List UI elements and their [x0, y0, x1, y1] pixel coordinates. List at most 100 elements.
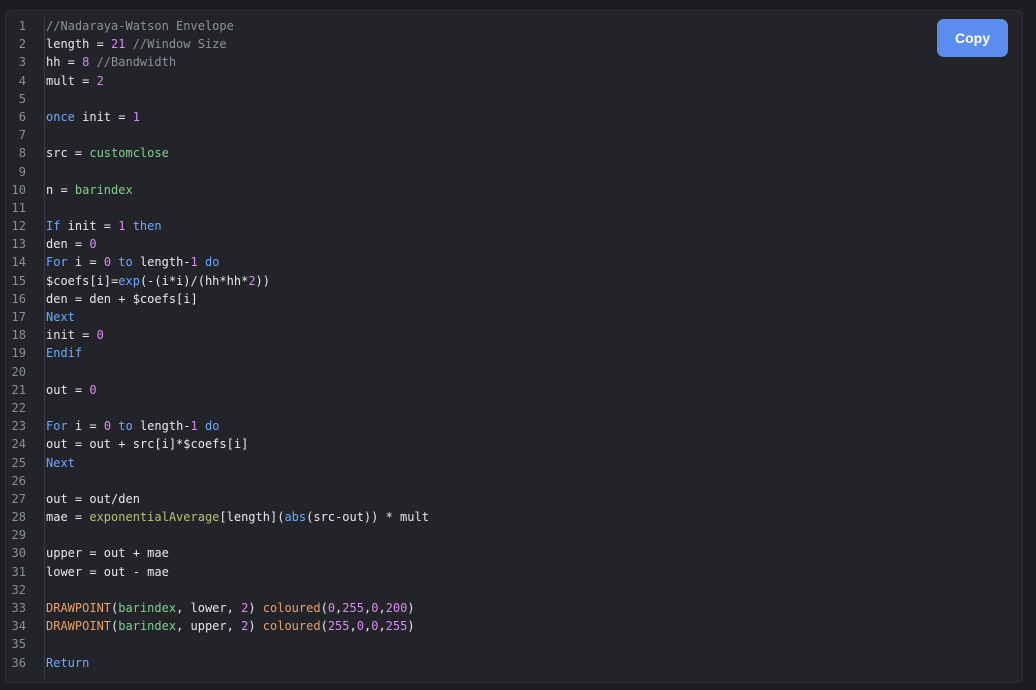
code-line: 7 — [6, 126, 429, 144]
code-line: 24 out = out + src[i]*$coefs[i] — [6, 435, 429, 453]
code-number: 0 — [103, 419, 112, 434]
code-line: 17 Next — [6, 308, 429, 326]
code-line: 15 $coefs[i]=exp(-(i*i)/(hh*hh*2)) — [6, 272, 429, 290]
code-number: 0 — [327, 601, 336, 615]
copy-button[interactable]: Copy — [937, 19, 1008, 57]
code-text: i = — [67, 419, 104, 434]
code-comment: //Nadaraya-Watson Envelope — [46, 19, 234, 33]
code-text: )) — [255, 273, 270, 288]
code-number: 0 — [103, 255, 112, 270]
code-number: 0 — [96, 328, 104, 343]
line-number: 29 — [11, 528, 26, 543]
code-line: 12 If init = 1 then — [6, 217, 429, 235]
line-number: 13 — [11, 237, 26, 252]
code-text: [length]( — [219, 510, 285, 525]
code-text: (-(i*i)/(hh*hh* — [139, 273, 249, 288]
code-text: , — [378, 601, 386, 615]
code-text: , — [349, 619, 357, 634]
code-line: 8 src = customclose — [6, 144, 429, 162]
code-line: 3 hh = 8 //Bandwidth — [6, 53, 429, 71]
line-number: 35 — [11, 637, 26, 652]
line-number: 36 — [11, 655, 26, 670]
code-text: den = — [46, 237, 90, 252]
code-text: mult = — [46, 73, 97, 88]
code-text: , upper, — [176, 619, 242, 634]
code-text: init = — [46, 328, 97, 343]
code-keyword: to — [111, 419, 133, 434]
code-keyword: do — [197, 419, 220, 434]
code-line: 20 — [6, 363, 429, 381]
code-text: out = out + src[i]*$coefs[i] — [46, 437, 249, 452]
code-text: out = out/den — [46, 491, 140, 506]
code-line: 16 den = den + $coefs[i] — [6, 290, 429, 308]
line-number: 4 — [18, 73, 26, 88]
line-number: 8 — [18, 146, 26, 161]
code-line: 13 den = 0 — [6, 235, 429, 253]
code-text: lower = out - mae — [46, 564, 169, 579]
line-number: 30 — [11, 546, 26, 561]
code-text: , lower, — [176, 601, 242, 615]
line-number: 12 — [11, 219, 26, 234]
line-number: 33 — [11, 601, 26, 615]
code-line: 10 n = barindex — [6, 181, 429, 199]
code-text: ( — [320, 619, 328, 634]
line-number: 9 — [18, 164, 26, 179]
code-line: 2 length = 21 //Window Size — [6, 35, 429, 53]
code-line: 6 once init = 1 — [6, 108, 429, 126]
code-keyword: Return — [46, 655, 90, 670]
code-keyword: do — [197, 255, 220, 270]
code-text: mae = — [46, 510, 90, 525]
line-number: 7 — [18, 128, 26, 143]
line-number: 18 — [11, 328, 26, 343]
line-number: 16 — [11, 291, 26, 306]
code-line: 18 init = 0 — [6, 326, 429, 344]
code-line: 14 For i = 0 to length-1 do — [6, 253, 429, 271]
code-line: 21 out = 0 — [6, 381, 429, 399]
code-function: DRAWPOINT — [46, 601, 112, 615]
code-keyword: then — [125, 219, 162, 234]
code-text: length- — [132, 419, 191, 434]
code-number: 1 — [132, 109, 140, 124]
code-text: , — [378, 619, 386, 634]
code-function: coloured — [262, 601, 321, 615]
line-number: 10 — [11, 182, 26, 197]
code-number: 255 — [327, 619, 350, 634]
code-number: 21 — [111, 37, 126, 52]
code-text: length- — [132, 255, 191, 270]
code-line: 29 — [6, 526, 429, 544]
line-number: 17 — [11, 310, 26, 324]
code-text: hh = — [46, 55, 83, 70]
code-line: 34 DRAWPOINT(barindex, upper, 2) coloured… — [6, 617, 429, 635]
line-number: 21 — [11, 382, 26, 397]
line-number: 2 — [18, 37, 26, 52]
code-text: n = — [46, 182, 75, 197]
code-comment: //Window Size — [125, 37, 227, 52]
code-line: 33 DRAWPOINT(barindex, lower, 2) coloured… — [6, 599, 429, 617]
code-line: 9 — [6, 163, 429, 181]
code-builtin: barindex — [118, 601, 177, 615]
code-keyword: Next — [46, 310, 75, 324]
code-line: 30 upper = out + mae — [6, 544, 429, 562]
code-line: 5 — [6, 90, 429, 108]
code-text: (src-out)) * mult — [306, 510, 429, 525]
code-block: 1 //Nadaraya-Watson Envelope 2 length = 21… — [5, 10, 1023, 683]
code-function: exponentialAverage — [89, 510, 220, 525]
code-comment: //Bandwidth — [89, 55, 177, 70]
line-number: 28 — [11, 510, 26, 525]
line-number: 24 — [11, 437, 26, 452]
code-area: 1 //Nadaraya-Watson Envelope 2 length = 21… — [6, 17, 429, 672]
line-number: 20 — [11, 364, 26, 379]
code-text: ) — [248, 601, 263, 615]
code-text: i = — [67, 255, 104, 270]
code-line: 26 — [6, 472, 429, 490]
code-number: 255 — [385, 619, 408, 634]
code-number: 2 — [96, 73, 104, 88]
code-number: 200 — [385, 601, 408, 615]
code-line: 11 — [6, 199, 429, 217]
code-function: DRAWPOINT — [46, 619, 112, 634]
code-text: init = — [74, 109, 133, 124]
code-keyword: For — [46, 255, 68, 270]
code-number: 1 — [190, 255, 198, 270]
code-text: ) — [248, 619, 263, 634]
code-text: out = — [46, 382, 90, 397]
